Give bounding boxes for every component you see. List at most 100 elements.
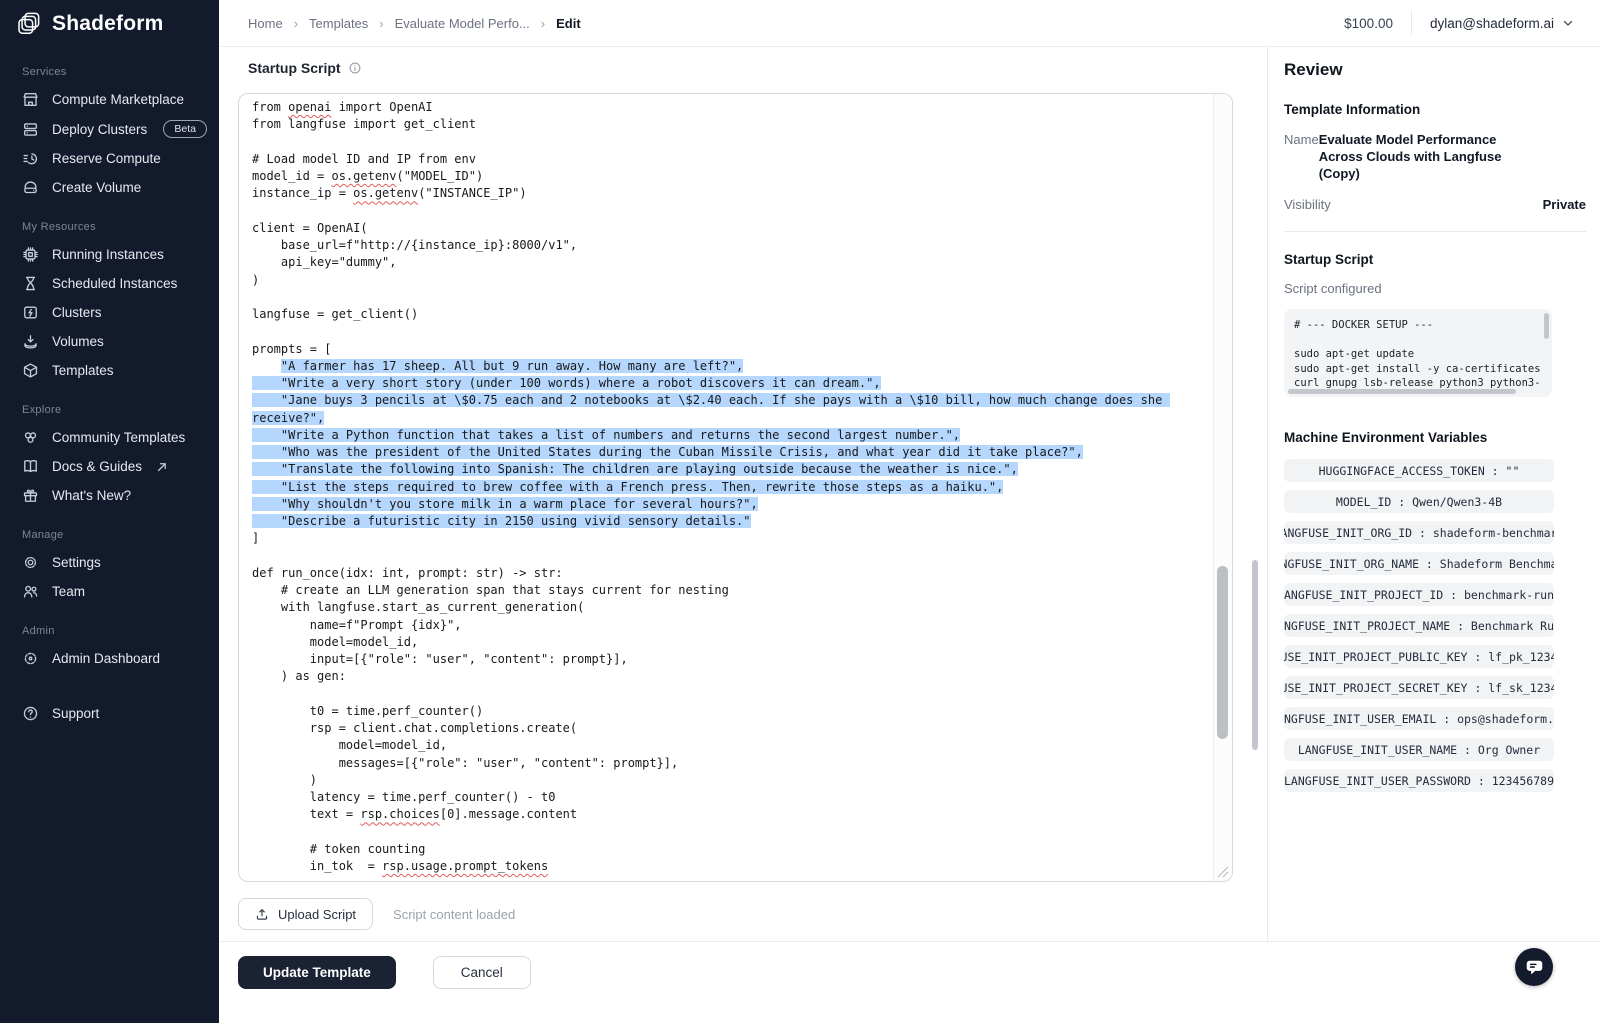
template-name-value: Evaluate Model Performance Across Clouds… (1319, 131, 1531, 182)
template-information-heading: Template Information (1284, 102, 1586, 117)
env-var-langfuse_init_user_password[interactable]: LANGFUSE_INIT_USER_PASSWORD : 123456789 (1284, 769, 1554, 792)
cube-icon (22, 362, 39, 379)
upload-script-label: Upload Script (278, 907, 356, 922)
admin-gear-icon (22, 650, 39, 667)
upload-status: Script content loaded (393, 907, 515, 922)
sidebar-item-what-s-new[interactable]: What's New? (0, 481, 219, 510)
breadcrumb-templates[interactable]: Templates (309, 16, 368, 31)
sidebar-item-docs-guides[interactable]: Docs & Guides (0, 452, 219, 481)
reserve-icon (22, 150, 39, 167)
preview-vertical-scrollbar-thumb[interactable] (1544, 313, 1549, 339)
sidebar-item-label: Templates (52, 363, 114, 378)
sidebar-item-label: Team (52, 584, 85, 599)
community-icon (22, 429, 39, 446)
editor-resize-handle[interactable] (1214, 865, 1231, 880)
sidebar-section-label: Explore (22, 404, 219, 416)
user-menu[interactable]: dylan@shadeform.ai (1430, 16, 1574, 31)
breadcrumb-edit: Edit (556, 16, 581, 31)
env-var-langfuse_init_user_email[interactable]: LANGFUSE_INIT_USER_EMAIL : ops@shadeform… (1284, 707, 1554, 730)
sidebar-section-services: ServicesCompute MarketplaceDeploy Cluste… (0, 66, 219, 202)
startup-script-code: from openai import OpenAI from langfuse … (239, 94, 1232, 882)
sidebar-item-admin-dashboard[interactable]: Admin Dashboard (0, 644, 219, 673)
beta-badge: Beta (163, 120, 207, 138)
startup-script-heading: Startup Script (248, 60, 362, 76)
sidebar-item-label: Volumes (52, 334, 104, 349)
info-icon[interactable] (348, 61, 362, 75)
breadcrumb-home[interactable]: Home (248, 16, 283, 31)
topbar-right: $100.00 dylan@shadeform.ai (1344, 11, 1574, 35)
breadcrumb-separator: › (379, 16, 383, 31)
env-variables-heading: Machine Environment Variables (1284, 430, 1586, 445)
page-scrollbar-thumb[interactable] (1252, 560, 1258, 750)
sidebar-item-create-volume[interactable]: Create Volume (0, 173, 219, 202)
env-var-langfuse_init_project_public_key[interactable]: LANGFUSE_INIT_PROJECT_PUBLIC_KEY : lf_pk… (1284, 645, 1554, 668)
upload-icon (255, 907, 269, 921)
editor-scrollbar-track[interactable] (1213, 94, 1232, 881)
sidebar-item-support[interactable]: Support (0, 699, 219, 728)
sidebar-item-templates[interactable]: Templates (0, 356, 219, 385)
script-configured-status: Script configured (1284, 281, 1586, 296)
visibility-row: Visibility Private (1284, 196, 1586, 213)
sidebar-item-scheduled-instances[interactable]: Scheduled Instances (0, 269, 219, 298)
sidebar-item-volumes[interactable]: Volumes (0, 327, 219, 356)
upload-row: Upload Script Script content loaded (238, 898, 515, 930)
topbar-divider (1411, 11, 1412, 35)
sidebar-item-community-templates[interactable]: Community Templates (0, 423, 219, 452)
breadcrumb-separator: › (294, 16, 298, 31)
startup-script-label: Startup Script (248, 60, 341, 76)
sidebar-item-team[interactable]: Team (0, 577, 219, 606)
storefront-icon (22, 91, 39, 108)
user-email: dylan@shadeform.ai (1430, 16, 1554, 31)
update-template-button[interactable]: Update Template (238, 956, 396, 989)
sidebar-item-clusters[interactable]: Clusters (0, 298, 219, 327)
volume-icon (22, 333, 39, 350)
env-var-langfuse_init_project_id[interactable]: LANGFUSE_INIT_PROJECT_ID : benchmark-run… (1284, 583, 1554, 606)
env-var-langfuse_init_org_id[interactable]: LANGFUSE_INIT_ORG_ID : shadeform-benchma… (1284, 521, 1554, 544)
chat-bubble-icon (1524, 957, 1545, 978)
visibility-value: Private (1543, 196, 1586, 213)
sidebar-sections: ServicesCompute MarketplaceDeploy Cluste… (0, 66, 219, 673)
sidebar: Shadeform ServicesCompute MarketplaceDep… (0, 0, 219, 1023)
sidebar-section-label: Admin (22, 625, 219, 637)
startup-script-editor[interactable]: from openai import OpenAI from langfuse … (238, 93, 1233, 882)
sidebar-support-section: Support (0, 699, 219, 728)
drive-icon (22, 179, 39, 196)
preview-horizontal-scrollbar-thumb[interactable] (1288, 389, 1516, 394)
brand-name: Shadeform (52, 12, 164, 36)
sidebar-section-label: My Resources (22, 221, 219, 233)
env-var-huggingface_access_token[interactable]: HUGGINGFACE_ACCESS_TOKEN : "" (1284, 459, 1554, 482)
sidebar-section-explore: Explore Community TemplatesDocs & GuidesW… (0, 404, 219, 510)
review-startup-script-heading: Startup Script (1284, 252, 1586, 267)
external-link-icon (155, 462, 167, 472)
sidebar-item-label: Deploy Clusters (52, 122, 147, 137)
topbar: Home › Templates › Evaluate Model Perfo.… (219, 0, 1600, 47)
gear-icon (22, 554, 39, 571)
editor-scrollbar-thumb[interactable] (1217, 566, 1228, 739)
sidebar-item-label: Admin Dashboard (52, 651, 160, 666)
sidebar-item-label: Running Instances (52, 247, 164, 262)
chat-button[interactable] (1515, 948, 1553, 986)
sidebar-section-label: Services (22, 66, 219, 78)
sidebar-item-deploy-clusters[interactable]: Deploy Clusters Beta (0, 114, 219, 144)
env-var-langfuse_init_org_name[interactable]: LANGFUSE_INIT_ORG_NAME : Shadeform Bench… (1284, 552, 1554, 575)
upload-script-button[interactable]: Upload Script (238, 898, 373, 930)
brand[interactable]: Shadeform (0, 0, 219, 47)
sidebar-item-compute-marketplace[interactable]: Compute Marketplace (0, 85, 219, 114)
env-var-langfuse_init_project_name[interactable]: LANGFUSE_INIT_PROJECT_NAME : Benchmark R… (1284, 614, 1554, 637)
env-var-langfuse_init_user_name[interactable]: LANGFUSE_INIT_USER_NAME : Org Owner (1284, 738, 1554, 761)
sidebar-item-settings[interactable]: Settings (0, 548, 219, 577)
script-preview-code: # --- DOCKER SETUP --- sudo apt-get upda… (1284, 309, 1552, 397)
name-label: Name (1284, 131, 1319, 182)
main-content: Startup Script from openai import OpenAI… (219, 47, 1267, 941)
breadcrumb-template-name[interactable]: Evaluate Model Perfo... (395, 16, 530, 31)
chevron-down-icon (1562, 17, 1574, 29)
review-title: Review (1284, 60, 1586, 80)
env-var-model_id[interactable]: MODEL_ID : Qwen/Qwen3-4B (1284, 490, 1554, 513)
book-icon (22, 458, 39, 475)
sidebar-item-reserve-compute[interactable]: Reserve Compute (0, 144, 219, 173)
sidebar-item-running-instances[interactable]: Running Instances (0, 240, 219, 269)
env-var-langfuse_init_project_secret_key[interactable]: LANGFUSE_INIT_PROJECT_SECRET_KEY : lf_sk… (1284, 676, 1554, 699)
cancel-button[interactable]: Cancel (433, 956, 531, 989)
account-balance: $100.00 (1344, 16, 1393, 31)
script-preview[interactable]: # --- DOCKER SETUP --- sudo apt-get upda… (1284, 309, 1552, 397)
